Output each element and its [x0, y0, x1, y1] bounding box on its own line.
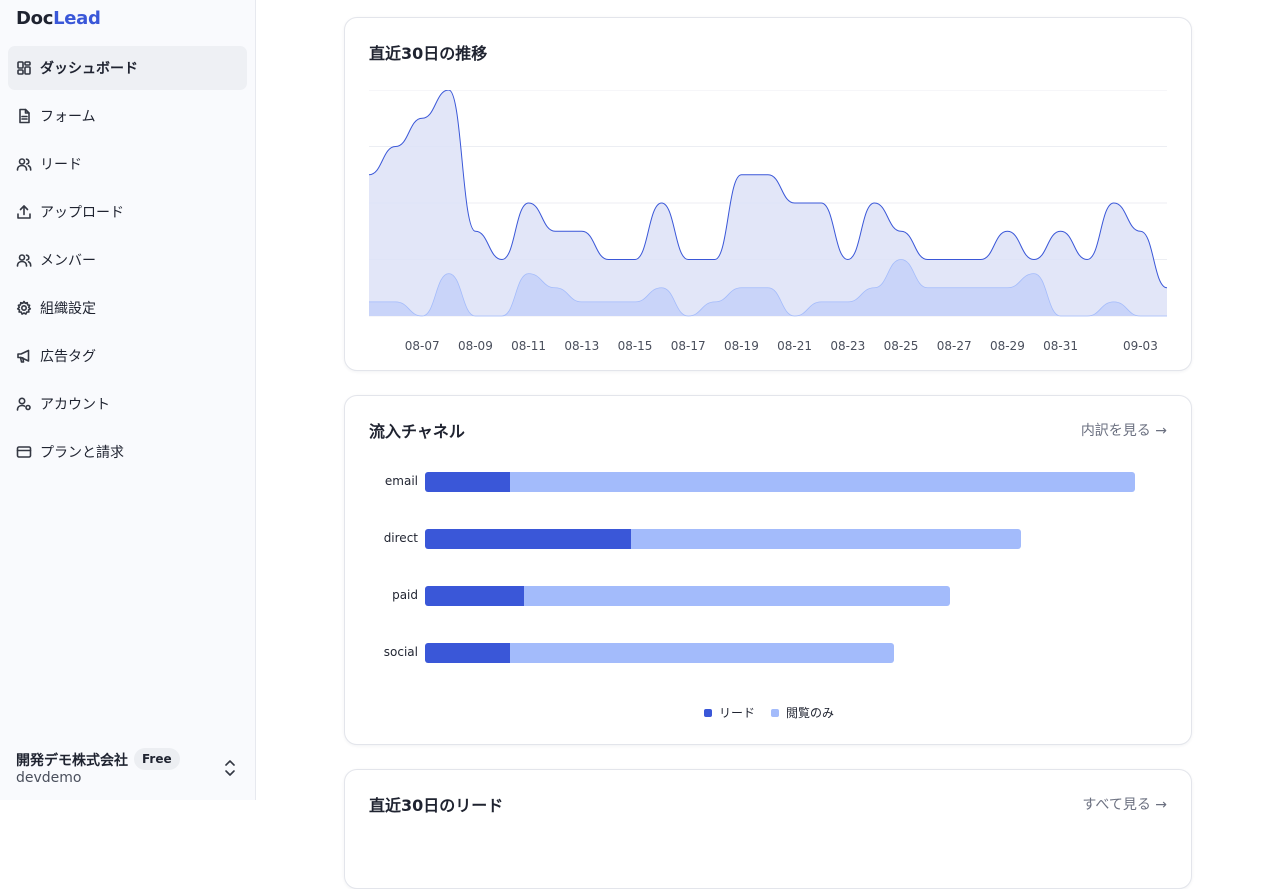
- credit-card-icon: [16, 444, 32, 460]
- bar-segment: [425, 586, 525, 606]
- bar-row: direct: [369, 529, 1169, 549]
- bar-category-label: direct: [383, 531, 418, 545]
- sidebar-item-label: プランと請求: [40, 445, 124, 461]
- sidebar-item-label: フォーム: [40, 109, 96, 125]
- sidebar-item-label: リード: [40, 157, 82, 173]
- sidebar-item-2[interactable]: リード: [8, 142, 247, 186]
- legend-swatch: [703, 708, 712, 717]
- trend-area-chart: 08-07 08-09 08-11 08-13 08-15 08-17 08-19 08-21…: [369, 90, 1168, 353]
- bar-segment: [630, 529, 1022, 549]
- chevron-up-down-icon[interactable]: [222, 758, 238, 778]
- sidebar-item-label: アップロード: [40, 205, 124, 221]
- org-name: 開発デモ株式会社: [16, 753, 128, 769]
- sidebar-item-3[interactable]: アップロード: [8, 190, 247, 234]
- bar-segment: [524, 586, 951, 606]
- sidebar-item-0[interactable]: ダッシュボード: [8, 46, 247, 90]
- sidebar-item-label: 広告タグ: [40, 349, 96, 365]
- bar-row: email: [369, 472, 1169, 492]
- x-tick-label: 08-09: [458, 339, 493, 353]
- bar-category-label: email: [384, 474, 418, 488]
- sidebar-item-5[interactable]: 組織設定: [8, 286, 247, 330]
- sidebar-item-label: アカウント: [40, 397, 110, 413]
- x-tick-label: 08-11: [511, 339, 546, 353]
- sidebar-nav: ダッシュボード フォームリードアップロード メンバー組織設定広告タグアカウントプラン…: [8, 46, 247, 478]
- x-tick-label: 08-29: [990, 339, 1025, 353]
- logo-text-doc: Doc: [16, 8, 54, 29]
- users-icon: [16, 252, 32, 268]
- sidebar-item-label: ダッシュボード: [40, 61, 138, 77]
- channel-card-title: 流入チャネル: [369, 422, 465, 441]
- channel-breakdown-link[interactable]: 内訳を見る →: [1081, 420, 1167, 440]
- bar-row: paid: [369, 586, 1169, 606]
- dashboard-icon: [16, 60, 32, 76]
- sidebar-item-label: 組織設定: [40, 301, 96, 317]
- channel-legend: リード 閲覧のみ: [345, 704, 1193, 721]
- upload-icon: [16, 204, 32, 220]
- leads-card: 直近30日のリード すべて見る →: [344, 769, 1192, 889]
- leads-view-all-link[interactable]: すべて見る →: [1082, 794, 1167, 814]
- sidebar-item-4[interactable]: メンバー: [8, 238, 247, 282]
- logo-text-lead: Lead: [53, 8, 101, 29]
- bar-row: social: [369, 643, 1169, 663]
- user-gear-icon: [16, 396, 32, 412]
- x-tick-label: 08-31: [1043, 339, 1078, 353]
- file-icon: [16, 108, 32, 124]
- x-tick-label: 09-03: [1123, 339, 1158, 353]
- leads-card-title: 直近30日のリード: [369, 796, 504, 815]
- legend-item: 閲覧のみ: [771, 704, 834, 721]
- bar-segment: [510, 472, 1135, 492]
- sidebar-item-1[interactable]: フォーム: [8, 94, 247, 138]
- bar-segment: [425, 643, 511, 663]
- bar-category-label: social: [383, 645, 418, 659]
- app-logo[interactable]: DocLead: [16, 8, 101, 29]
- org-switcher[interactable]: 開発デモ株式会社 Free devdemo: [16, 748, 242, 792]
- x-tick-label: 08-07: [405, 339, 440, 353]
- x-tick-label: 08-13: [564, 339, 599, 353]
- megaphone-icon: [16, 348, 32, 364]
- legend-label: リード: [718, 706, 755, 720]
- x-tick-label: 08-15: [618, 339, 653, 353]
- x-tick-label: 08-19: [724, 339, 759, 353]
- channel-card: 流入チャネル 内訳を見る → email direct paid social リード…: [344, 395, 1192, 745]
- sidebar-item-7[interactable]: アカウント: [8, 382, 247, 426]
- sidebar-item-6[interactable]: 広告タグ: [8, 334, 247, 378]
- legend-item: リード: [703, 704, 755, 721]
- sidebar-item-8[interactable]: プランと請求: [8, 430, 247, 474]
- users-icon: [16, 156, 32, 172]
- bar-segment: [510, 643, 894, 663]
- x-tick-label: 08-21: [777, 339, 812, 353]
- x-tick-label: 08-27: [937, 339, 972, 353]
- channel-bar-chart: email direct paid social: [369, 472, 1169, 692]
- bar-category-label: paid: [392, 588, 418, 602]
- plan-badge: Free: [134, 748, 180, 770]
- org-slug: devdemo: [16, 770, 82, 786]
- bar-segment: [425, 472, 511, 492]
- gear-icon: [16, 300, 32, 316]
- legend-label: 閲覧のみ: [786, 706, 835, 720]
- legend-swatch: [771, 708, 779, 717]
- x-tick-label: 08-17: [671, 339, 706, 353]
- x-tick-label: 08-23: [830, 339, 865, 353]
- trend-card: 直近30日の推移 08-07 08-09 08-11 08-13 08-15 08-17 0…: [344, 17, 1192, 371]
- sidebar-item-label: メンバー: [40, 253, 96, 269]
- trend-card-title: 直近30日の推移: [369, 44, 488, 63]
- sidebar: DocLead ダッシュボード フォームリードアップロード メンバー組織設定広告タグ…: [0, 0, 256, 800]
- x-tick-label: 08-25: [884, 339, 919, 353]
- bar-segment: [425, 529, 631, 549]
